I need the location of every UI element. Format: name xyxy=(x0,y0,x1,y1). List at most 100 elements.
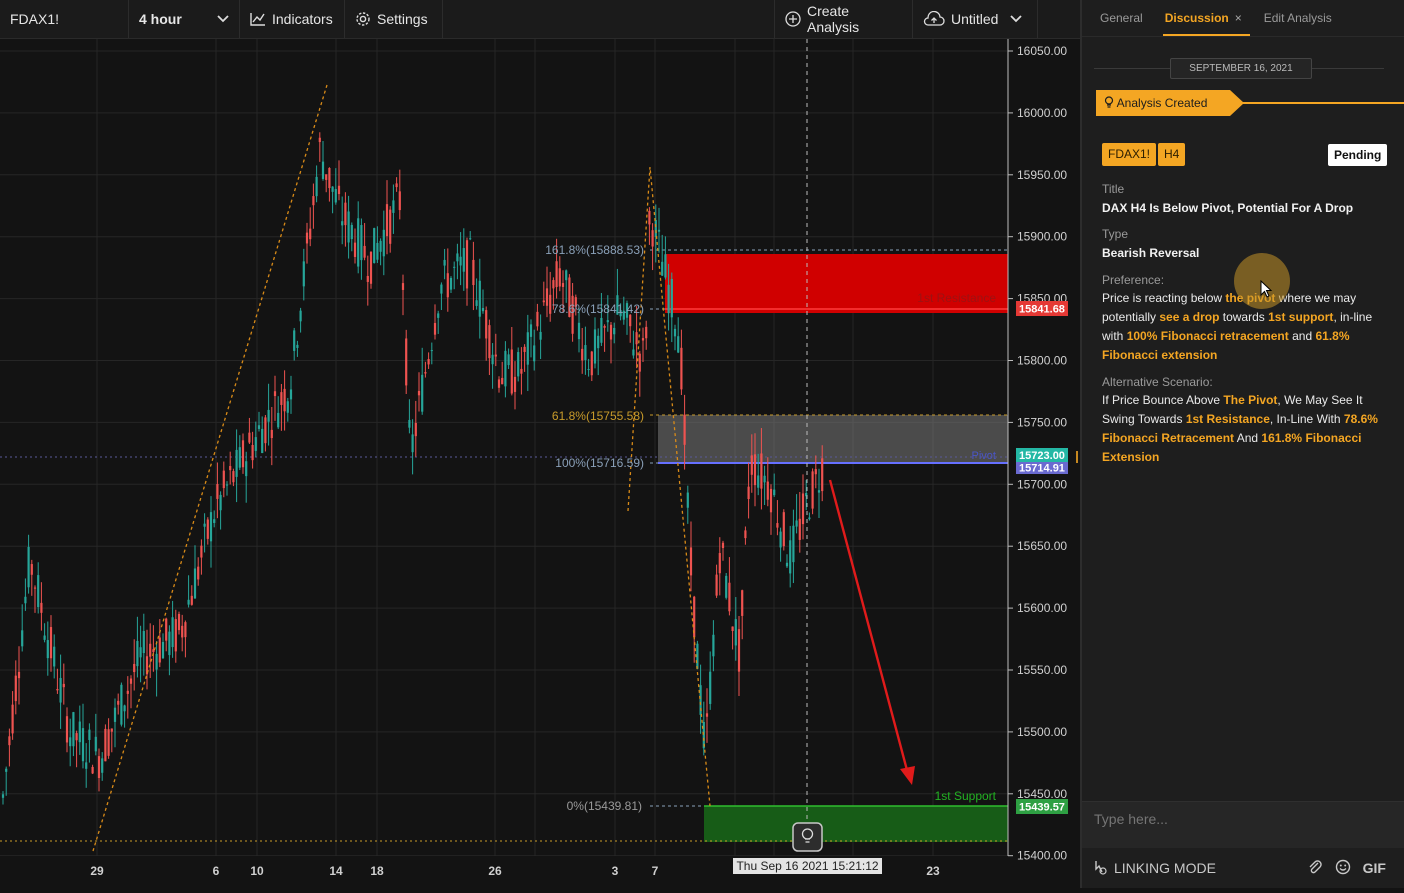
candle-body xyxy=(814,469,817,475)
time-tick-label: 3 xyxy=(612,864,619,878)
candle-body xyxy=(677,336,680,353)
banner-line xyxy=(1242,102,1404,104)
gif-button[interactable]: GIF xyxy=(1363,860,1386,876)
candle-body xyxy=(430,350,433,352)
candle-body xyxy=(382,229,385,257)
time-tick-label: 29 xyxy=(90,864,104,878)
analysis-created-label: Analysis Created xyxy=(1116,96,1208,110)
candle-body xyxy=(14,675,17,702)
candle-body xyxy=(235,449,238,477)
settings-button[interactable]: Settings xyxy=(345,0,443,38)
create-analysis-button[interactable]: Create Analysis xyxy=(774,0,913,38)
fib-label-100: 100%(15716.59) xyxy=(555,456,644,470)
candle-body xyxy=(385,204,389,237)
candle-body xyxy=(363,245,366,258)
price-tick-label: 15800.00 xyxy=(1017,354,1067,368)
indicators-button[interactable]: Indicators xyxy=(240,0,345,38)
candle-body xyxy=(744,530,747,539)
candle-body xyxy=(648,210,651,225)
price-chart[interactable]: 1st Resistance Pivot 1st Support 161.8%(… xyxy=(0,39,1082,888)
idea-button[interactable] xyxy=(792,822,823,852)
tab-edit-analysis[interactable]: Edit Analysis xyxy=(1262,11,1340,36)
resistance-zone-label: 1st Resistance xyxy=(917,291,996,305)
candle-body xyxy=(251,444,254,461)
candle-body xyxy=(501,377,504,385)
candle-body xyxy=(558,268,561,287)
candle-body xyxy=(609,324,613,340)
support-zone[interactable] xyxy=(704,806,1008,842)
candle-body xyxy=(453,266,456,268)
chevron-down-icon xyxy=(1010,15,1023,23)
candle-body xyxy=(357,218,360,267)
alt-text-4: And xyxy=(1234,431,1262,445)
candle-body xyxy=(597,335,600,349)
candle-body xyxy=(341,221,344,226)
attachment-icon[interactable] xyxy=(1307,859,1323,878)
candle-body xyxy=(398,191,401,211)
alternative-label: Alternative Scenario: xyxy=(1102,375,1213,389)
settings-label: Settings xyxy=(377,11,428,27)
chart-canvas[interactable]: 1st Resistance Pivot 1st Support 161.8%(… xyxy=(0,39,1082,888)
candle-body xyxy=(78,721,81,743)
reply-input[interactable] xyxy=(1092,810,1386,828)
candle-body xyxy=(673,328,677,337)
candle-body xyxy=(449,277,453,290)
candle-body xyxy=(475,300,478,306)
candle-body xyxy=(792,525,795,563)
title-value: DAX H4 Is Below Pivot, Potential For A D… xyxy=(1102,201,1354,215)
candle-body xyxy=(184,622,187,638)
analysis-panel: General Discussion × Edit Analysis SEPTEM… xyxy=(1080,0,1404,888)
interval-dropdown[interactable]: 4 hour xyxy=(129,0,240,38)
candle-body xyxy=(728,582,731,612)
linking-mode-label[interactable]: LINKING MODE xyxy=(1114,860,1216,876)
lightbulb-icon xyxy=(1104,96,1114,110)
candle-body xyxy=(798,518,801,540)
candle-body xyxy=(600,317,603,343)
candle-body xyxy=(229,466,232,471)
plus-circle-icon xyxy=(785,11,801,27)
candle-body xyxy=(257,425,261,429)
candle-body xyxy=(686,492,689,508)
candle-body xyxy=(757,475,760,488)
indicators-label: Indicators xyxy=(272,11,333,27)
pivot-zone[interactable] xyxy=(658,415,1008,463)
candle-body xyxy=(769,488,773,513)
pref-highlight-4: 100% Fibonacci retracement xyxy=(1126,329,1289,343)
candle-body xyxy=(392,200,395,213)
linking-mode-icon[interactable] xyxy=(1090,858,1108,879)
candle-body xyxy=(59,677,62,703)
tab-discussion[interactable]: Discussion × xyxy=(1162,11,1250,36)
alt-highlight-1: The Pivot xyxy=(1223,393,1278,407)
candle-body xyxy=(734,619,737,646)
symbol-button[interactable]: FDAX1! xyxy=(0,0,129,38)
candle-body xyxy=(725,575,728,598)
time-tick-label: 26 xyxy=(488,864,502,878)
toolbar-empty-slot xyxy=(1038,0,1080,38)
fib-label-786: 78.6%(15841.42) xyxy=(552,302,644,316)
candle-body xyxy=(513,376,517,392)
candle-body xyxy=(709,671,712,704)
emoji-icon[interactable] xyxy=(1335,859,1351,878)
pivot-zone-label: Pivot xyxy=(972,450,996,462)
layout-dropdown[interactable]: Untitled xyxy=(913,0,1038,38)
candle-body xyxy=(529,324,533,337)
candle-body xyxy=(165,618,168,641)
price-tick-label: 16050.00 xyxy=(1017,44,1067,58)
close-tab-icon[interactable]: × xyxy=(1235,11,1242,25)
candle-body xyxy=(446,273,449,298)
candle-body xyxy=(821,458,824,492)
candle-body xyxy=(318,137,321,143)
tab-edit-analysis-label: Edit Analysis xyxy=(1263,11,1332,25)
candle-body xyxy=(305,232,309,244)
candle-body xyxy=(421,374,424,412)
candle-body xyxy=(33,587,37,589)
candle-body xyxy=(581,348,584,361)
candle-body xyxy=(632,349,635,356)
candle-body xyxy=(440,284,443,294)
fib-label-0: 0%(15439.81) xyxy=(567,799,642,813)
candle-body xyxy=(408,419,411,428)
candle-body xyxy=(485,310,488,339)
candle-body xyxy=(17,671,21,679)
tab-general[interactable]: General xyxy=(1098,11,1151,36)
price-tick-label: 15950.00 xyxy=(1017,168,1067,182)
